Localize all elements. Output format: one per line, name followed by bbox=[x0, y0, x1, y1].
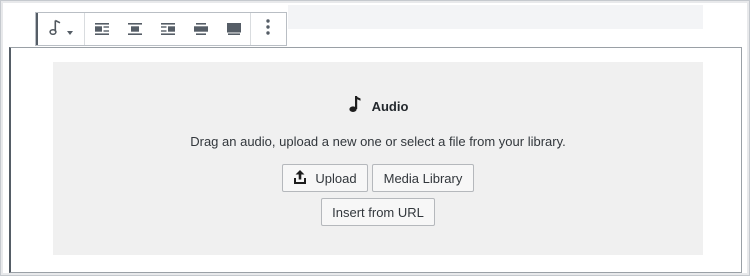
block-switcher-button[interactable] bbox=[36, 13, 84, 45]
insert-from-url-button[interactable]: Insert from URL bbox=[321, 198, 435, 226]
align-left-icon bbox=[94, 20, 109, 39]
wide-width-button[interactable] bbox=[184, 13, 217, 45]
align-left-button[interactable] bbox=[85, 13, 118, 45]
audio-placeholder: Audio Drag an audio, upload a new one or… bbox=[53, 62, 703, 255]
wide-width-icon bbox=[193, 20, 208, 39]
placeholder-instructions: Drag an audio, upload a new one or selec… bbox=[190, 134, 566, 149]
upload-icon bbox=[293, 169, 307, 188]
more-options-button[interactable] bbox=[251, 13, 284, 45]
media-library-button[interactable]: Media Library bbox=[372, 164, 474, 192]
insert-from-url-label: Insert from URL bbox=[332, 204, 424, 220]
full-width-button[interactable] bbox=[217, 13, 250, 45]
upload-label: Upload bbox=[315, 170, 357, 186]
full-width-icon bbox=[226, 20, 241, 39]
chevron-down-icon bbox=[67, 20, 73, 39]
music-note-icon bbox=[49, 19, 61, 40]
block-switcher-group bbox=[36, 13, 85, 45]
align-center-icon bbox=[127, 20, 142, 39]
alignment-group bbox=[85, 13, 251, 45]
align-center-button[interactable] bbox=[118, 13, 151, 45]
more-options-group bbox=[251, 13, 284, 45]
editor-frame: Audio Drag an audio, upload a new one or… bbox=[0, 0, 750, 276]
audio-block[interactable]: Audio Drag an audio, upload a new one or… bbox=[9, 47, 742, 273]
upload-button[interactable]: Upload bbox=[282, 164, 368, 192]
placeholder-heading: Audio bbox=[53, 95, 703, 117]
align-right-button[interactable] bbox=[151, 13, 184, 45]
previous-block-strip bbox=[288, 5, 703, 29]
align-right-icon bbox=[160, 20, 175, 39]
editor-canvas: Audio Drag an audio, upload a new one or… bbox=[3, 3, 747, 273]
placeholder-title: Audio bbox=[371, 98, 409, 114]
music-note-icon bbox=[348, 95, 362, 117]
block-toolbar bbox=[35, 12, 287, 46]
vertical-ellipsis-icon bbox=[265, 19, 270, 39]
media-library-label: Media Library bbox=[383, 170, 463, 186]
